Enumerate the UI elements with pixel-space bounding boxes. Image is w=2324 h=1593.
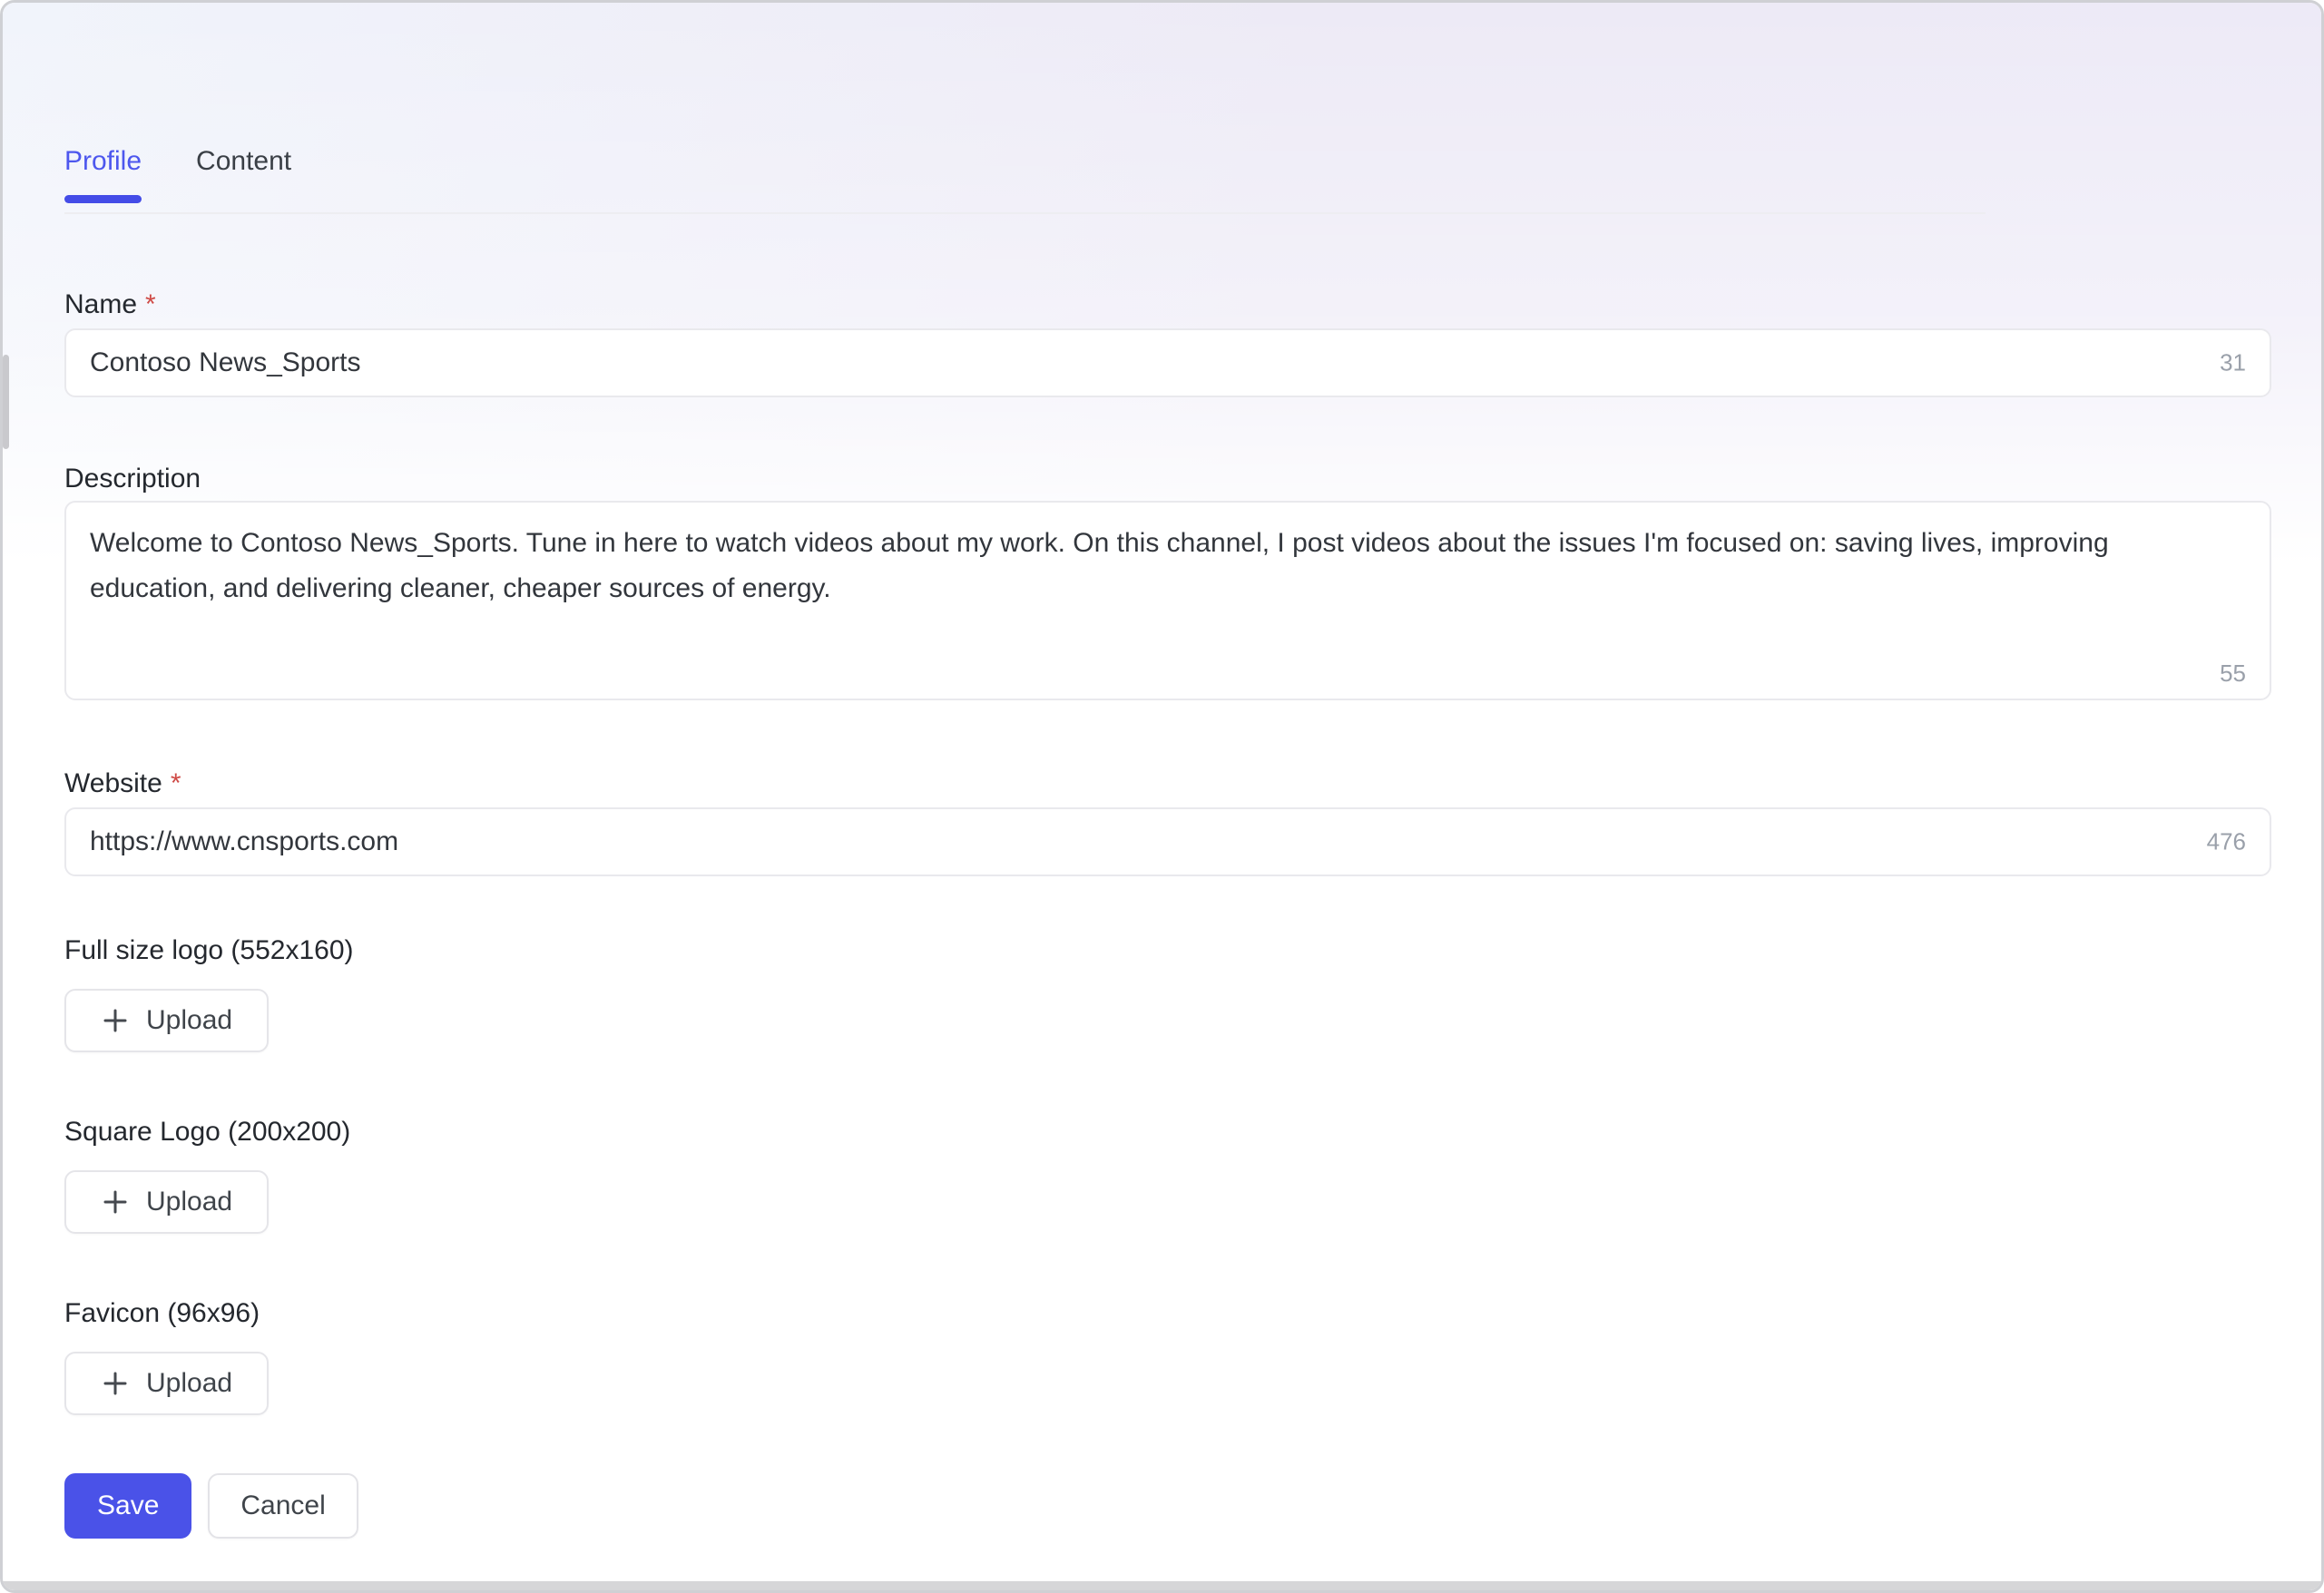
upload-button-label: Upload bbox=[146, 1004, 232, 1037]
plus-icon bbox=[101, 1187, 130, 1217]
website-label-text: Website bbox=[64, 768, 162, 798]
save-button[interactable]: Save bbox=[64, 1473, 191, 1539]
fullsize-logo-upload-button[interactable]: Upload bbox=[64, 989, 269, 1052]
required-asterisk: * bbox=[145, 289, 156, 319]
favicon-upload-button[interactable]: Upload bbox=[64, 1352, 269, 1415]
website-input[interactable] bbox=[64, 807, 2271, 876]
name-field-wrap: 31 bbox=[64, 328, 2271, 397]
form-actions: Save Cancel bbox=[64, 1473, 2321, 1539]
name-label: Name * bbox=[64, 288, 2321, 321]
description-label: Description bbox=[64, 463, 2321, 495]
tab-profile[interactable]: Profile bbox=[64, 145, 142, 178]
name-char-counter: 31 bbox=[2220, 349, 2246, 377]
plus-icon bbox=[101, 1369, 130, 1398]
tab-bar: Profile Content bbox=[64, 3, 2321, 178]
website-field-wrap: 476 bbox=[64, 807, 2271, 876]
profile-form-page: Profile Content Name* 31 Description 55 … bbox=[3, 3, 2321, 1539]
plus-icon bbox=[101, 1006, 130, 1035]
fullsize-logo-label: Full size logo (552x160) bbox=[64, 934, 2321, 967]
tab-content[interactable]: Content bbox=[196, 145, 291, 178]
required-asterisk: * bbox=[171, 768, 181, 798]
tab-bar-divider bbox=[64, 212, 1986, 214]
name-label-text: Name bbox=[64, 289, 137, 319]
upload-button-label: Upload bbox=[146, 1367, 232, 1400]
description-field-wrap: 55 bbox=[64, 501, 2271, 700]
vertical-scrollbar-thumb[interactable] bbox=[3, 355, 9, 449]
website-label: Website * bbox=[64, 767, 2321, 800]
tab-content-label: Content bbox=[196, 146, 291, 176]
square-logo-upload-button[interactable]: Upload bbox=[64, 1170, 269, 1234]
website-char-counter: 476 bbox=[2207, 828, 2246, 856]
square-logo-label: Square Logo (200x200) bbox=[64, 1116, 2321, 1148]
favicon-label: Favicon (96x96) bbox=[64, 1297, 2321, 1330]
description-textarea[interactable] bbox=[64, 501, 2271, 700]
name-input[interactable] bbox=[64, 328, 2271, 397]
description-char-counter: 55 bbox=[2220, 660, 2246, 688]
horizontal-scrollbar[interactable] bbox=[3, 1581, 2321, 1590]
description-label-text: Description bbox=[64, 464, 201, 494]
tab-profile-label: Profile bbox=[64, 146, 142, 176]
active-tab-indicator bbox=[64, 195, 142, 203]
upload-button-label: Upload bbox=[146, 1186, 232, 1218]
cancel-button[interactable]: Cancel bbox=[208, 1473, 358, 1539]
app-window: Profile Content Name* 31 Description 55 … bbox=[0, 0, 2324, 1593]
